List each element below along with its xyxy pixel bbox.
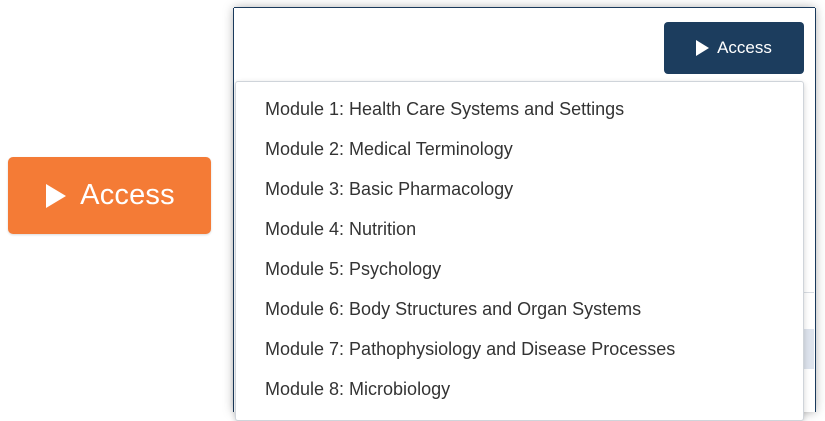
access-dropdown-button[interactable]: Access xyxy=(664,22,804,74)
module-item-7[interactable]: Module 7: Pathophysiology and Disease Pr… xyxy=(236,329,803,369)
access-button-large[interactable]: Access xyxy=(8,157,211,234)
module-list: Module 1: Health Care Systems and Settin… xyxy=(236,89,803,409)
module-item-3[interactable]: Module 3: Basic Pharmacology xyxy=(236,169,803,209)
module-item-1[interactable]: Module 1: Health Care Systems and Settin… xyxy=(236,89,803,129)
module-item-8[interactable]: Module 8: Microbiology xyxy=(236,369,803,409)
access-panel: Access Module 1: Health Care Systems and… xyxy=(234,8,815,421)
play-triangle-icon xyxy=(46,183,67,208)
access-button-label: Access xyxy=(80,179,175,211)
module-item-6[interactable]: Module 6: Body Structures and Organ Syst… xyxy=(236,289,803,329)
play-triangle-icon xyxy=(696,40,710,56)
module-dropdown-menu: Module 1: Health Care Systems and Settin… xyxy=(235,81,804,421)
access-dropdown-button-label: Access xyxy=(717,38,772,57)
panel-header: Access xyxy=(235,9,814,83)
module-item-2[interactable]: Module 2: Medical Terminology xyxy=(236,129,803,169)
module-item-5[interactable]: Module 5: Psychology xyxy=(236,249,803,289)
module-item-4[interactable]: Module 4: Nutrition xyxy=(236,209,803,249)
